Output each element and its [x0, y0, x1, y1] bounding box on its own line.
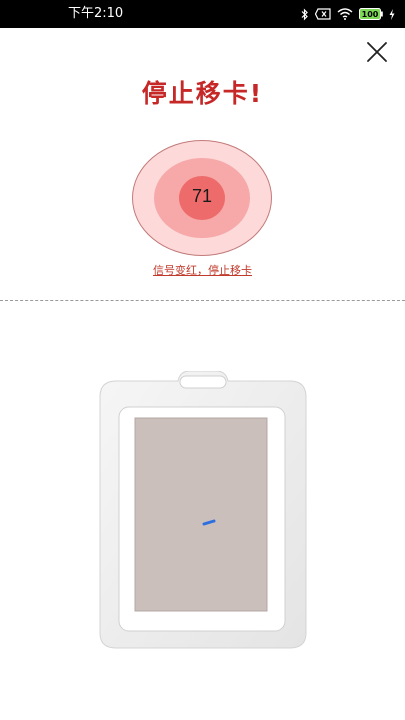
status-icons: 100: [301, 6, 395, 22]
battery-icon: 100: [359, 8, 383, 20]
signal-value: 71: [191, 186, 213, 206]
signal-hint: 信号变红，停止移卡: [0, 262, 405, 278]
battery-level: 100: [362, 10, 379, 19]
card-holder-image: [98, 370, 308, 649]
page-title: 停止移卡!: [141, 79, 264, 108]
dashed-divider: [0, 300, 405, 301]
signal-hint-text: 信号变红，停止移卡: [153, 264, 252, 277]
signal-indicator: 71: [132, 140, 272, 256]
status-time: 下午2:10: [68, 6, 124, 21]
status-bar: 下午2:10 100: [0, 0, 405, 28]
charging-icon: [389, 8, 395, 20]
close-button[interactable]: [363, 38, 391, 66]
bluetooth-icon: [301, 8, 308, 20]
wifi-icon: [337, 8, 353, 20]
sim-x-icon: [315, 8, 331, 20]
close-icon: [367, 42, 387, 62]
